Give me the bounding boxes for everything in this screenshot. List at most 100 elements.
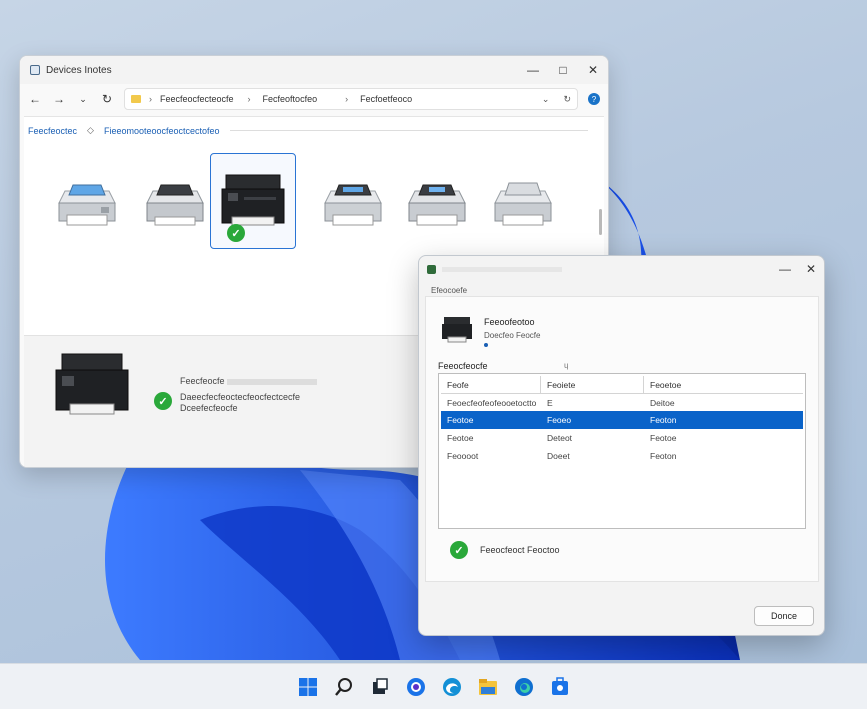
dialog-subheading: Efeocoefe bbox=[431, 286, 468, 295]
list-cell: Feoton bbox=[650, 415, 677, 425]
list-row[interactable]: Feoecfeofeofeooetoctto E Deitoe bbox=[441, 394, 803, 412]
search-icon bbox=[334, 677, 352, 696]
breadcrumb-item[interactable]: Fieeomooteoocfeoctcectofeo bbox=[104, 126, 220, 136]
close-button[interactable]: ✕ bbox=[578, 56, 608, 84]
printer-tile-selected[interactable]: ✓ bbox=[210, 153, 296, 249]
chevron-right-icon: › bbox=[149, 94, 152, 104]
address-refresh-icon[interactable]: ↻ bbox=[563, 94, 571, 105]
address-bar[interactable]: › Feecfeocfecteocfe › Fecfeoftocfeo › Fe… bbox=[124, 88, 578, 110]
dialog-body: Feeoofeotoo Doecfeo Feocfe Feeocfeocfe ɥ… bbox=[425, 296, 819, 582]
status-check-icon: ✓ bbox=[154, 392, 172, 410]
store-icon bbox=[551, 676, 568, 695]
list-cell: Feoecfeofeofeooetoctto bbox=[447, 398, 537, 408]
list-row[interactable]: Feotoe Deteot Feotoe bbox=[441, 429, 803, 447]
laser-printer-icon bbox=[221, 174, 285, 226]
dialog-minimize-button[interactable]: — bbox=[772, 262, 798, 276]
refresh-icon[interactable]: ↻ bbox=[100, 92, 114, 106]
printer-tile[interactable] bbox=[310, 153, 396, 249]
device-name-text: Feecfeocfe bbox=[180, 376, 225, 386]
list-cell: Feoeo bbox=[547, 415, 572, 425]
dialog-status-text: Feeocfeoct Feoctoo bbox=[480, 545, 560, 555]
address-segment[interactable]: Fecfoetfeoco bbox=[360, 94, 412, 104]
list-cell: Deitoe bbox=[650, 398, 675, 408]
dialog-printer-description: Doecfeo Feocfe bbox=[484, 331, 541, 340]
dialog-titlebar[interactable]: — ✕ bbox=[419, 256, 824, 282]
dialog-title-placeholder bbox=[442, 266, 562, 272]
inkjet-printer-icon bbox=[494, 182, 552, 226]
printer-app-icon bbox=[427, 264, 436, 274]
file-explorer-button[interactable] bbox=[477, 676, 499, 698]
device-status: Daeecfecfeoctecfeocfectcecfe Dceefecfeoc… bbox=[180, 392, 340, 414]
address-segment[interactable]: Feecfeocfecteocfe bbox=[160, 94, 234, 104]
back-arrow-icon[interactable]: ← bbox=[28, 92, 42, 106]
navigation-bar: ← → ⌄ ↻ › Feecfeocfecteocfe › Fecfeoftoc… bbox=[20, 84, 608, 114]
breadcrumb-item[interactable]: Feecfeoctec bbox=[28, 126, 77, 136]
windows-logo-icon bbox=[298, 677, 317, 696]
task-view-icon bbox=[372, 677, 388, 694]
column-header[interactable]: Feofe bbox=[441, 376, 541, 393]
printer-list: ✓ bbox=[40, 153, 560, 253]
list-cell: Feotoe bbox=[447, 415, 474, 425]
dialog-printer-name: Feeoofeotoo bbox=[484, 317, 535, 327]
inkjet-printer-icon bbox=[58, 184, 116, 226]
chevron-right-icon: › bbox=[247, 94, 251, 104]
list-cell: Feoton bbox=[650, 451, 677, 461]
folder-icon bbox=[131, 95, 141, 103]
devices-titlebar[interactable]: Devices Inotes — □ ✕ bbox=[20, 56, 608, 84]
recent-chevron-down-icon[interactable]: ⌄ bbox=[76, 94, 90, 105]
laser-printer-icon bbox=[442, 317, 472, 343]
content-scrollbar[interactable] bbox=[599, 209, 602, 235]
printer-tile[interactable] bbox=[394, 153, 480, 249]
port-list[interactable]: Feofe Feoiete Feoetoe Feoecfeofeofeooeto… bbox=[438, 373, 806, 529]
edge-dev-icon bbox=[442, 677, 461, 696]
column-header[interactable]: Feoetoe bbox=[644, 376, 803, 393]
store-button[interactable] bbox=[549, 676, 571, 698]
chevron-right-icon: › bbox=[345, 94, 349, 104]
printer-properties-dialog: — ✕ Efeocoefe Feeoofeotoo Doecfeo Feocfe… bbox=[418, 255, 825, 636]
search-button[interactable] bbox=[333, 676, 355, 698]
address-segment[interactable]: Fecfeoftocfeo bbox=[263, 94, 318, 104]
breadcrumb-separator: ◇ bbox=[87, 125, 94, 135]
maximize-button[interactable]: □ bbox=[548, 56, 578, 84]
breadcrumb-divider bbox=[229, 130, 588, 131]
list-label: Feeocfeocfe bbox=[438, 361, 488, 371]
list-cell: Doeet bbox=[547, 451, 570, 461]
list-row-selected[interactable]: Feotoe Feoeo Feoton bbox=[441, 411, 803, 429]
list-cell: Feotoe bbox=[650, 433, 677, 443]
list-label-mark: ɥ bbox=[564, 361, 569, 370]
task-view-button[interactable] bbox=[369, 676, 391, 698]
address-dropdown-icon[interactable]: ⌄ bbox=[542, 94, 550, 105]
printer-tile[interactable] bbox=[132, 153, 218, 249]
taskbar bbox=[0, 663, 867, 709]
printer-tile[interactable] bbox=[480, 153, 566, 249]
list-row[interactable]: Feoooot Doeet Feoton bbox=[441, 447, 803, 465]
chat-button[interactable] bbox=[405, 676, 427, 698]
start-button[interactable] bbox=[297, 676, 319, 698]
chat-icon bbox=[406, 677, 425, 696]
inkjet-printer-icon bbox=[146, 184, 204, 226]
edge-icon bbox=[514, 677, 533, 696]
list-cell: E bbox=[547, 398, 553, 408]
list-header: Feofe Feoiete Feoetoe bbox=[441, 376, 803, 394]
window-title: Devices Inotes bbox=[46, 64, 112, 76]
folder-icon bbox=[478, 678, 497, 695]
help-icon[interactable]: ? bbox=[588, 93, 600, 105]
column-header[interactable]: Feoiete bbox=[541, 376, 644, 393]
status-dot bbox=[484, 343, 488, 347]
inkjet-printer-icon bbox=[324, 184, 382, 226]
devices-app-icon bbox=[30, 65, 40, 75]
list-cell: Feoooot bbox=[447, 451, 479, 461]
dialog-close-button[interactable]: ✕ bbox=[798, 262, 824, 276]
forward-arrow-icon[interactable]: → bbox=[52, 92, 66, 106]
redacted-bar bbox=[226, 378, 317, 385]
success-check-icon: ✓ bbox=[450, 541, 468, 559]
edge-dev-button[interactable] bbox=[441, 676, 463, 698]
device-status-line1: Daeecfecfeoctecfeocfectcecfe bbox=[180, 392, 301, 402]
done-button[interactable]: Donce bbox=[754, 606, 814, 626]
device-name: Feecfeocfe bbox=[180, 376, 317, 386]
list-cell: Deteot bbox=[547, 433, 573, 443]
printer-tile[interactable] bbox=[44, 153, 130, 249]
edge-button[interactable] bbox=[513, 676, 535, 698]
list-cell: Feotoe bbox=[447, 433, 474, 443]
minimize-button[interactable]: — bbox=[518, 56, 548, 84]
